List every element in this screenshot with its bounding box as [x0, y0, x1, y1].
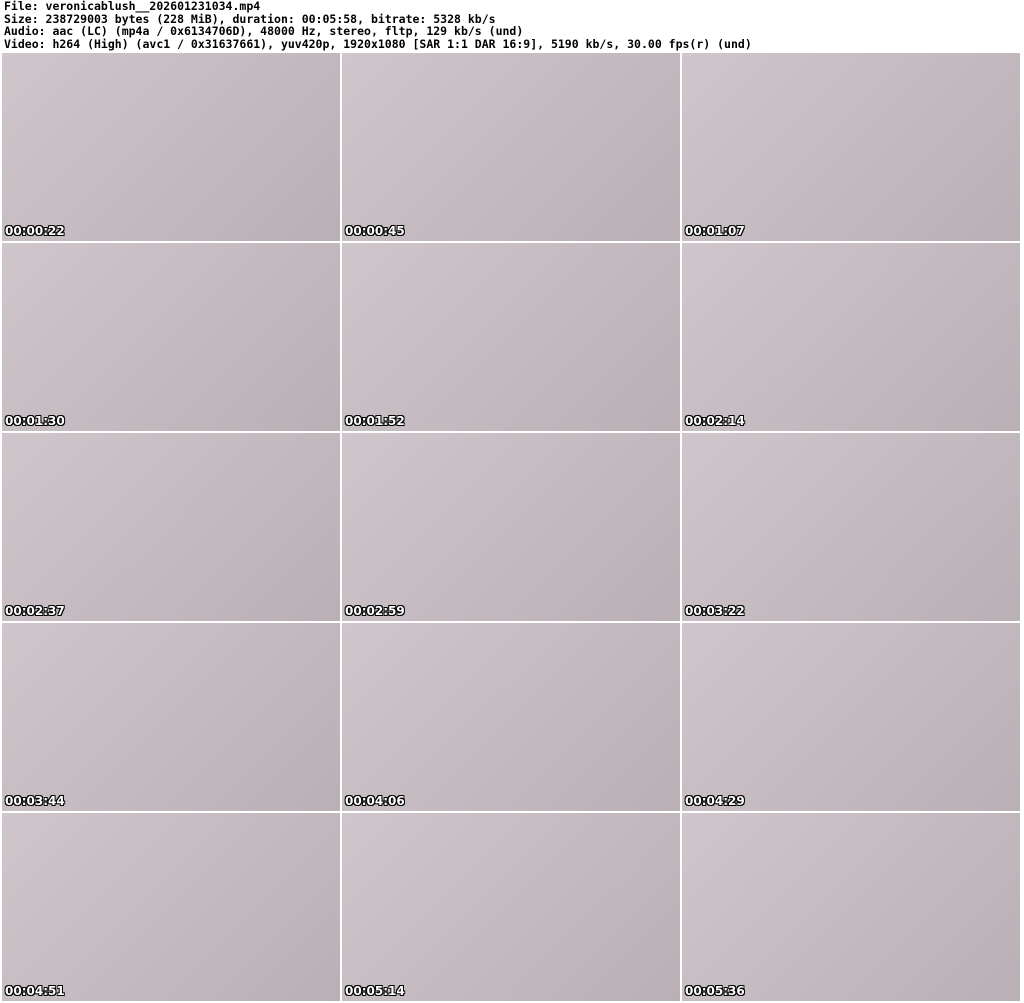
- file-name-line: File: veronicablush__202601231034.mp4: [4, 0, 261, 13]
- thumbnail-grid: 00:00:22 00:00:45 00:01:07 00:01:30 00:01:52…: [2, 53, 1020, 1001]
- thumbnail-timestamp: 00:04:29: [685, 794, 745, 808]
- thumbnail-timestamp: 00:02:14: [685, 414, 745, 428]
- video-thumbnail: 00:00:22: [2, 53, 340, 241]
- thumbnail-timestamp: 00:00:45: [345, 224, 405, 238]
- thumbnail-timestamp: 00:01:52: [345, 414, 405, 428]
- video-thumbnail: 00:05:14: [342, 813, 680, 1001]
- thumbnail-timestamp: 00:02:37: [5, 604, 65, 618]
- video-thumbnail: 00:02:59: [342, 433, 680, 621]
- thumbnail-timestamp: 00:00:22: [5, 224, 65, 238]
- audio-line: Audio: aac (LC) (mp4a / 0x6134706D), 480…: [4, 24, 524, 39]
- video-thumbnail: 00:02:14: [682, 243, 1020, 431]
- thumbnail-timestamp: 00:03:44: [5, 794, 65, 808]
- video-thumbnail: 00:03:22: [682, 433, 1020, 621]
- thumbnail-timestamp: 00:01:30: [5, 414, 65, 428]
- video-thumbnail: 00:02:37: [2, 433, 340, 621]
- video-thumbnail: 00:01:07: [682, 53, 1020, 241]
- video-thumbnail: 00:00:45: [342, 53, 680, 241]
- thumbnail-timestamp: 00:04:51: [5, 984, 65, 998]
- video-thumbnail: 00:01:30: [2, 243, 340, 431]
- thumbnail-timestamp: 00:05:36: [685, 984, 745, 998]
- video-thumbnail: 00:04:06: [342, 623, 680, 811]
- thumbnail-timestamp: 00:04:06: [345, 794, 405, 808]
- thumbnail-timestamp: 00:01:07: [685, 224, 745, 238]
- video-thumbnail: 00:01:52: [342, 243, 680, 431]
- thumbnail-timestamp: 00:03:22: [685, 604, 745, 618]
- video-thumbnail: 00:04:29: [682, 623, 1020, 811]
- video-thumbnail: 00:04:51: [2, 813, 340, 1001]
- thumbnail-timestamp: 00:02:59: [345, 604, 405, 618]
- thumbnail-timestamp: 00:05:14: [345, 984, 405, 998]
- video-thumbnail: 00:05:36: [682, 813, 1020, 1001]
- video-thumbnail: 00:03:44: [2, 623, 340, 811]
- video-line: Video: h264 (High) (avc1 / 0x31637661), …: [4, 36, 752, 51]
- file-info-header: File: veronicablush__202601231034.mp4 Si…: [4, 0, 1020, 50]
